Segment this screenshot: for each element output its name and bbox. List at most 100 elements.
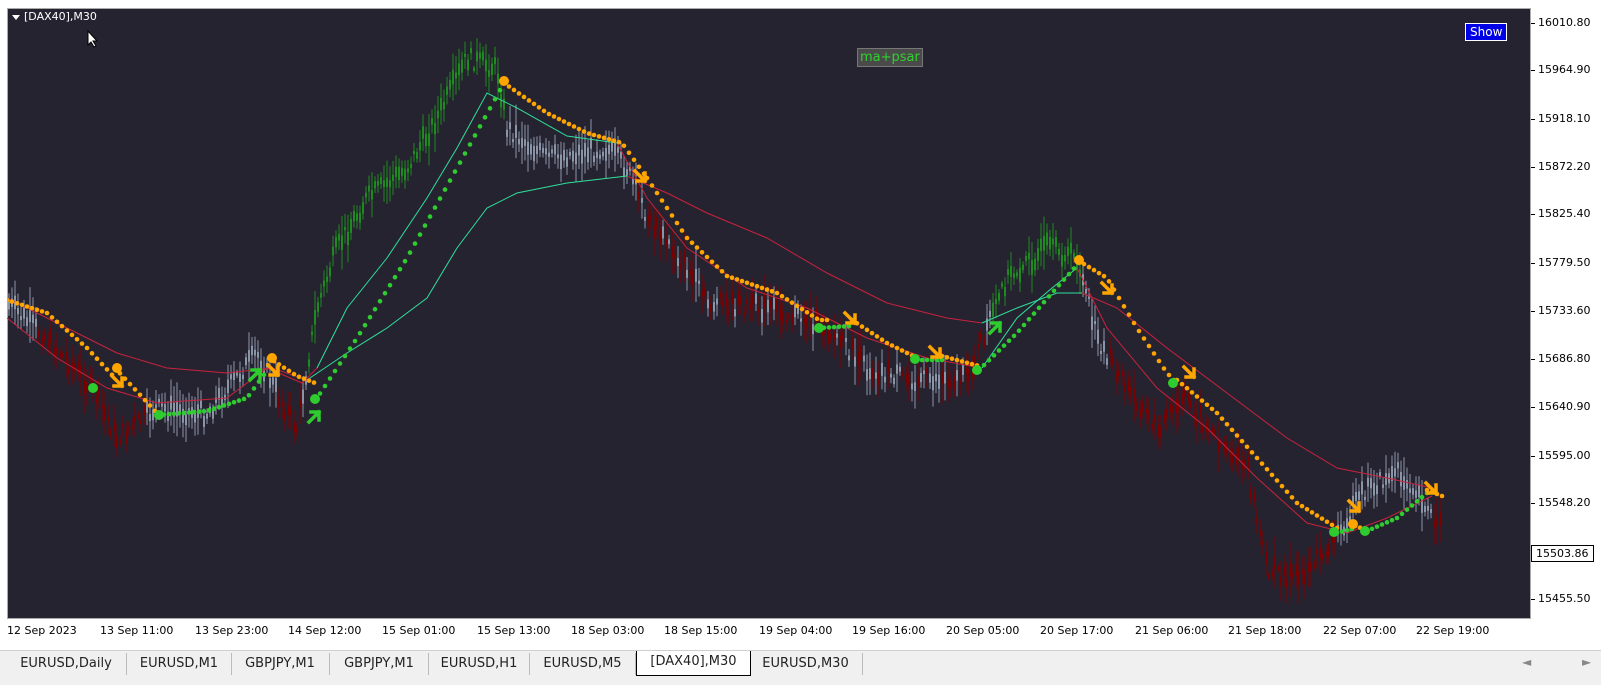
candle-body xyxy=(245,357,247,366)
psar-dot xyxy=(1096,270,1102,276)
candle-body xyxy=(1355,491,1357,501)
scroll-left-icon[interactable]: ◄ xyxy=(1522,655,1531,669)
psar-dot xyxy=(904,350,910,356)
candle-body xyxy=(1286,578,1288,588)
tab-eurusd-m5[interactable]: EURUSD,M5 xyxy=(530,653,636,675)
psar-dot xyxy=(809,313,815,318)
price-tick: 15825.40 xyxy=(1531,207,1591,220)
candle-body xyxy=(626,169,628,177)
psar-dot xyxy=(352,338,358,344)
candle-body xyxy=(1052,238,1054,245)
psar-dot xyxy=(1131,320,1137,326)
time-tick: 13 Sep 23:00 xyxy=(195,624,269,637)
candle-body xyxy=(653,226,655,239)
time-tick: 19 Sep 04:00 xyxy=(759,624,833,637)
candle-body xyxy=(1367,477,1369,487)
candle-body xyxy=(1364,496,1366,501)
candle-body xyxy=(107,417,109,422)
psar-dot xyxy=(206,408,212,413)
psar-switch-dot xyxy=(154,410,164,420)
psar-dot xyxy=(841,324,847,329)
candle-body xyxy=(767,299,769,313)
candle-body xyxy=(992,302,994,317)
psar-dot xyxy=(789,300,795,305)
candle-body xyxy=(1130,386,1132,395)
candle-body xyxy=(464,53,466,57)
psar-dot xyxy=(1001,343,1007,348)
candle-body xyxy=(1397,462,1399,469)
psar-dot xyxy=(836,324,842,330)
candle-body xyxy=(725,293,727,308)
candle-body xyxy=(1439,511,1441,527)
psar-dot xyxy=(1189,390,1195,395)
candle-body xyxy=(668,239,670,245)
price-tick: 15595.00 xyxy=(1531,449,1591,462)
candle-body xyxy=(842,331,844,341)
candle-body xyxy=(158,398,160,403)
psar-dot xyxy=(447,178,453,183)
candle-body xyxy=(1316,549,1318,555)
candle-body xyxy=(86,381,88,393)
scroll-right-icon[interactable]: ► xyxy=(1582,655,1591,669)
candle-body xyxy=(569,151,571,156)
psar-dot xyxy=(546,111,552,117)
tab-eurusd-m1[interactable]: EURUSD,M1 xyxy=(127,653,232,675)
chevron-down-icon[interactable] xyxy=(12,14,20,20)
tab-eurusd-h1[interactable]: EURUSD,H1 xyxy=(429,653,530,675)
psar-dot xyxy=(1304,506,1310,512)
candle-body xyxy=(1055,237,1057,248)
sell-arrow-icon xyxy=(1181,364,1197,380)
psar-dot xyxy=(492,96,498,102)
psar-dot xyxy=(874,334,880,339)
show-button[interactable]: Show xyxy=(1465,23,1508,41)
symbol-label[interactable]: [DAX40],M30 xyxy=(12,10,97,23)
candle-body xyxy=(401,167,403,176)
candle-body xyxy=(527,141,529,155)
candle-body xyxy=(416,151,418,159)
ma-slow-line xyxy=(981,292,1082,324)
psar-dot xyxy=(221,403,227,408)
candle-body xyxy=(308,359,310,367)
tab-gbpjpy-m1[interactable]: GBPJPY,M1 xyxy=(231,653,330,675)
tab-eurusd-m30[interactable]: EURUSD,M30 xyxy=(749,653,863,675)
psar-dot xyxy=(1031,311,1037,316)
candle-body xyxy=(68,367,70,375)
psar-dot xyxy=(1294,500,1300,506)
psar-dot xyxy=(1011,333,1017,339)
time-tick: 14 Sep 12:00 xyxy=(288,624,362,637)
price-tick: 15640.90 xyxy=(1531,400,1591,413)
candle-body xyxy=(425,133,427,147)
tab-gbpjpy-m1[interactable]: GBPJPY,M1 xyxy=(330,653,429,675)
psar-dot xyxy=(1339,529,1345,534)
candle-body xyxy=(1295,564,1297,576)
candle-body xyxy=(521,138,523,148)
candle-body xyxy=(440,97,442,111)
tab-dax40-m30[interactable]: [DAX40],M30 xyxy=(636,651,751,676)
candle-body xyxy=(557,154,559,159)
candle-body xyxy=(371,190,373,200)
psar-dot xyxy=(531,101,537,107)
candle-body xyxy=(23,307,25,319)
psar-dot xyxy=(94,356,100,362)
candle-body xyxy=(122,424,124,428)
candle-body xyxy=(833,330,835,341)
tab-eurusd-daily[interactable]: EURUSD,Daily xyxy=(6,653,127,675)
candle-body xyxy=(170,395,172,410)
candle-body xyxy=(980,332,982,340)
candle-body xyxy=(341,235,343,251)
psar-dot xyxy=(1244,444,1250,450)
psar-dot xyxy=(104,367,110,372)
candle-body xyxy=(1061,255,1063,267)
candle-body xyxy=(1217,440,1219,453)
psar-switch-dot xyxy=(1329,527,1339,537)
candle-body xyxy=(410,164,412,168)
candle-body xyxy=(1124,383,1126,393)
psar-dot xyxy=(636,164,642,170)
candles-layer xyxy=(8,38,1441,604)
candle-body xyxy=(1133,389,1135,402)
psar-dot xyxy=(186,410,192,415)
candle-body xyxy=(539,142,541,151)
psar-dot xyxy=(417,232,423,237)
candle-body xyxy=(332,246,334,256)
candle-body xyxy=(368,185,370,192)
